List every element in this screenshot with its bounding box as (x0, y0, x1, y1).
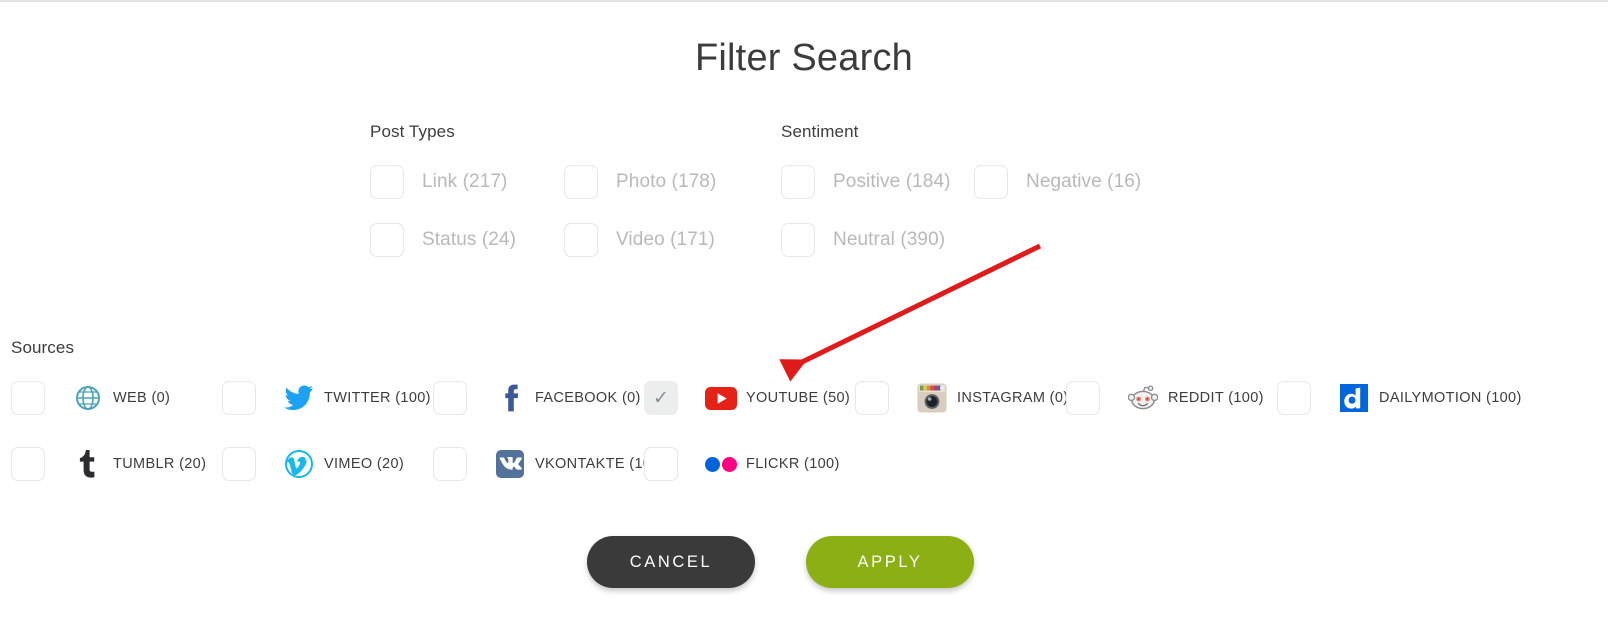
annotation-arrow (779, 243, 1042, 382)
checkbox-reddit[interactable] (1066, 381, 1100, 415)
checkbox-instagram[interactable] (855, 381, 889, 415)
filter-search-dialog: Filter Search Post Types Sentiment Sourc… (0, 0, 1608, 638)
source-label-facebook: FACEBOOK (0) (535, 390, 641, 406)
vkontakte-icon (493, 449, 527, 479)
checkbox-tumblr[interactable] (11, 447, 45, 481)
checkbox-web[interactable] (11, 381, 45, 415)
reddit-icon (1126, 383, 1160, 413)
sentiment-label-positive: Positive (184) (833, 171, 951, 192)
post-type-label-status: Status (24) (422, 229, 517, 250)
source-label-web: WEB (0) (113, 390, 171, 406)
checkbox-youtube[interactable]: ✓ (644, 381, 678, 415)
post-type-label-link: Link (217) (422, 171, 508, 192)
source-option-youtube[interactable]: ✓ YOUTUBE (50) (644, 380, 850, 416)
post-type-option-photo[interactable]: Photo (178) (564, 165, 716, 199)
apply-button[interactable]: APPLY (806, 536, 974, 588)
checkbox-photo[interactable] (564, 165, 598, 199)
source-option-vimeo[interactable]: VIMEO (20) (222, 446, 404, 482)
flickr-icon (704, 449, 738, 479)
post-type-label-photo: Photo (178) (616, 171, 717, 192)
checkbox-positive[interactable] (781, 165, 815, 199)
checkbox-dailymotion[interactable] (1277, 381, 1311, 415)
source-option-facebook[interactable]: FACEBOOK (0) (433, 380, 641, 416)
check-icon: ✓ (653, 386, 669, 409)
sentiment-label-negative: Negative (16) (1026, 171, 1142, 192)
source-label-vimeo: VIMEO (20) (324, 456, 405, 472)
source-label-instagram: INSTAGRAM (0) (957, 390, 1069, 406)
youtube-icon (704, 383, 738, 413)
checkbox-facebook[interactable] (433, 381, 467, 415)
sentiment-option-negative[interactable]: Negative (16) (974, 165, 1141, 199)
vimeo-icon (282, 449, 316, 479)
sentiment-option-positive[interactable]: Positive (184) (781, 165, 951, 199)
page-title: Filter Search (694, 37, 913, 79)
source-option-flickr[interactable]: FLICKR (100) (644, 446, 840, 482)
instagram-icon (915, 383, 949, 413)
source-label-tumblr: TUMBLR (20) (113, 456, 207, 472)
source-label-youtube: YOUTUBE (50) (746, 390, 851, 406)
checkbox-twitter[interactable] (222, 381, 256, 415)
source-option-dailymotion[interactable]: DAILYMOTION (100) (1277, 380, 1522, 416)
post-type-option-video[interactable]: Video (171) (564, 223, 715, 257)
checkbox-link[interactable] (370, 165, 404, 199)
source-option-reddit[interactable]: REDDIT (100) (1066, 380, 1264, 416)
post-types-heading: Post Types (370, 122, 455, 141)
checkbox-status[interactable] (370, 223, 404, 257)
tumblr-icon (71, 449, 105, 479)
checkbox-vimeo[interactable] (222, 447, 256, 481)
cancel-button[interactable]: CANCEL (587, 536, 755, 588)
checkbox-negative[interactable] (974, 165, 1008, 199)
source-label-reddit: REDDIT (100) (1168, 390, 1264, 406)
source-label-twitter: TWITTER (100) (324, 390, 431, 406)
source-option-twitter[interactable]: TWITTER (100) (222, 380, 431, 416)
source-option-web[interactable]: WEB (0) (11, 380, 170, 416)
checkbox-flickr[interactable] (644, 447, 678, 481)
dailymotion-icon (1337, 383, 1371, 413)
facebook-icon (493, 383, 527, 413)
sentiment-heading: Sentiment (781, 122, 859, 141)
globe-icon (71, 383, 105, 413)
checkbox-neutral[interactable] (781, 223, 815, 257)
source-label-dailymotion: DAILYMOTION (100) (1379, 390, 1522, 406)
checkbox-vkontakte[interactable] (433, 447, 467, 481)
post-type-option-link[interactable]: Link (217) (370, 165, 508, 199)
sources-heading: Sources (11, 338, 75, 357)
source-label-flickr: FLICKR (100) (746, 456, 840, 472)
sentiment-label-neutral: Neutral (390) (833, 229, 946, 250)
post-type-option-status[interactable]: Status (24) (370, 223, 516, 257)
source-option-tumblr[interactable]: TUMBLR (20) (11, 446, 206, 482)
source-option-vkontakte[interactable]: VKONTAKTE (100) (433, 446, 665, 482)
checkbox-video[interactable] (564, 223, 598, 257)
post-type-label-video: Video (171) (616, 229, 715, 250)
source-option-instagram[interactable]: INSTAGRAM (0) (855, 380, 1068, 416)
twitter-icon (282, 383, 316, 413)
sentiment-option-neutral[interactable]: Neutral (390) (781, 223, 945, 257)
